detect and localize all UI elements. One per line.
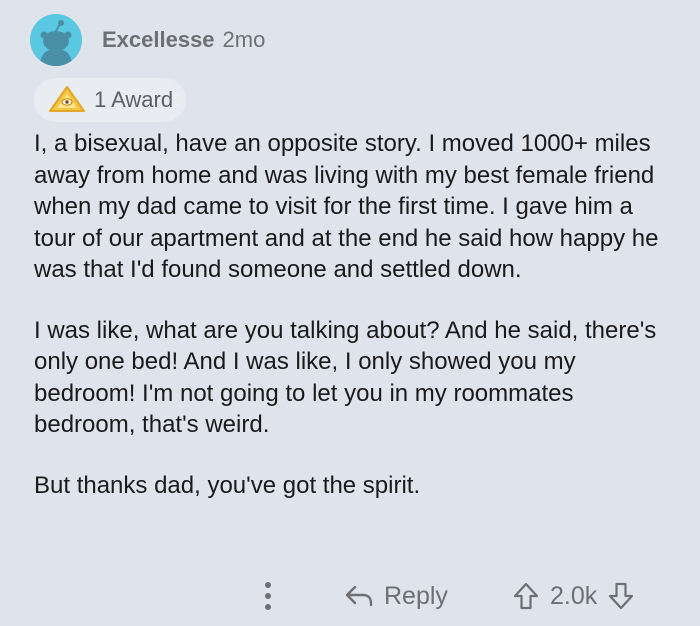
snoo-avatar-icon (30, 14, 82, 66)
downvote-arrow-icon (609, 582, 634, 610)
comment-paragraph: I, a bisexual, have an opposite story. I… (34, 130, 659, 283)
comment-paragraph: I was like, what are you talking about? … (34, 316, 657, 439)
more-options-button[interactable] (256, 578, 280, 614)
comment-paragraph: But thanks dad, you've got the spirit. (34, 471, 421, 499)
upvote-button[interactable] (512, 581, 540, 611)
comment-author[interactable]: Excellesse (102, 27, 215, 53)
award-icon (49, 86, 85, 112)
comment-body: I, a bisexual, have an opposite story. I… (34, 128, 674, 530)
downvote-button[interactable] (607, 581, 635, 611)
vote-controls: 2.0k (512, 574, 635, 618)
comment-header: Excellesse 2mo (30, 14, 265, 66)
vote-score: 2.0k (550, 581, 598, 610)
user-avatar[interactable] (30, 14, 82, 66)
comment-age: 2mo (222, 27, 266, 52)
award-count-label: 1 Award (94, 87, 174, 112)
reply-button[interactable]: Reply (344, 574, 448, 618)
vertical-ellipsis-icon (265, 582, 271, 610)
award-badge[interactable]: 1 Award (34, 78, 186, 122)
upvote-arrow-icon (513, 582, 539, 610)
reply-label: Reply (384, 581, 448, 610)
comment-action-bar: Reply 2.0k (0, 574, 700, 618)
reply-arrow-icon (345, 585, 373, 607)
